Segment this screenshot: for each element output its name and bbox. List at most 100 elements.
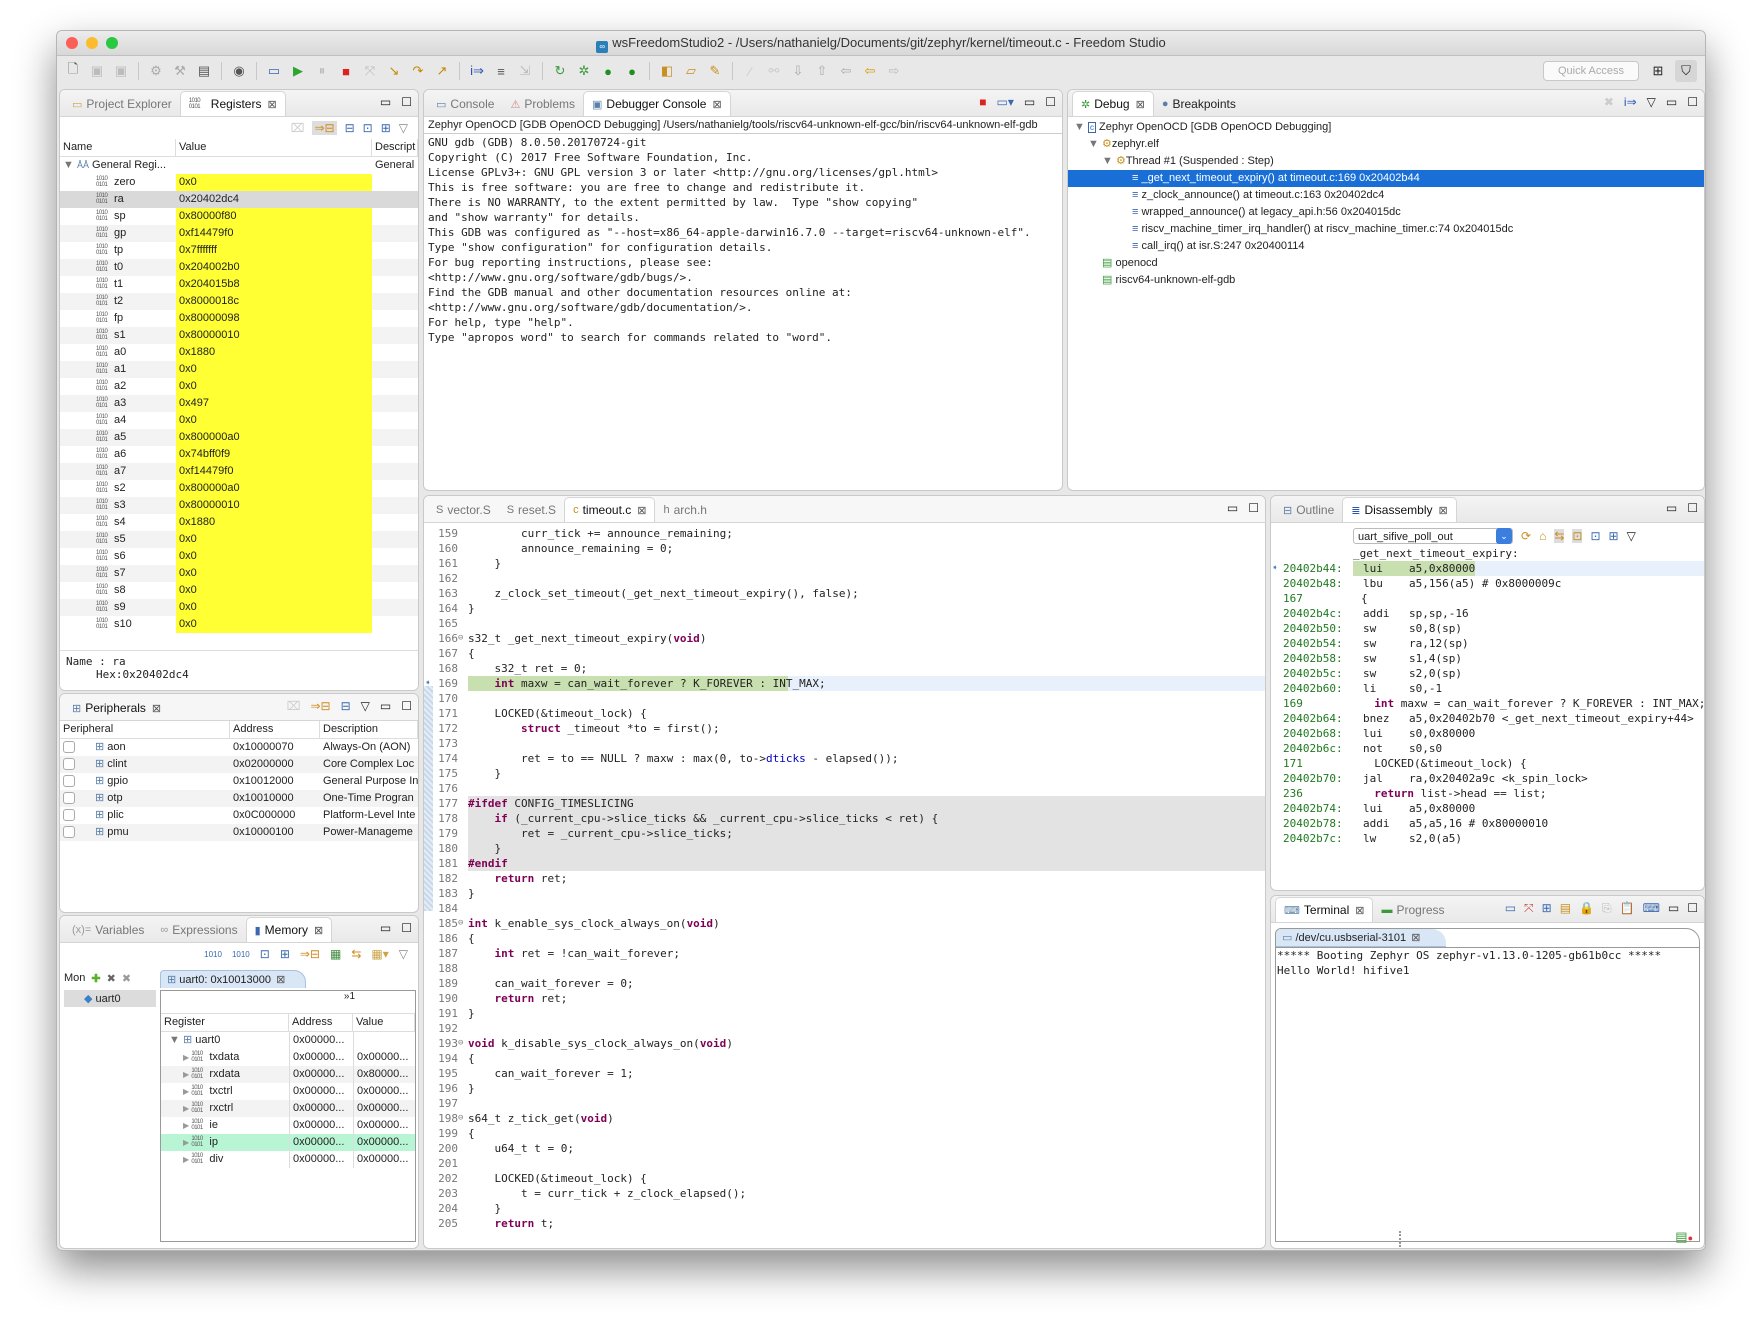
- memory-register-row[interactable]: ▶ 1010 0101 rxdata 0x00000... 0x80000...: [161, 1066, 415, 1083]
- code-line[interactable]: 193 ⊖ void k_disable_sys_clock_always_on(v…: [424, 1036, 1265, 1051]
- monitor-item[interactable]: ◆ uart0: [64, 990, 156, 1007]
- peripheral-checkbox[interactable]: [63, 809, 75, 822]
- code-line[interactable]: 195 can_wait_forever = 1;: [424, 1066, 1265, 1081]
- expand-arrow-icon[interactable]: ▶: [183, 1155, 191, 1164]
- collapse-all-icon[interactable]: ⊟: [345, 121, 355, 135]
- import-icon[interactable]: 1010: [204, 950, 222, 959]
- minimize-icon[interactable]: ▭: [380, 921, 391, 935]
- back-icon[interactable]: ⇦: [860, 61, 880, 81]
- minimize-icon[interactable]: ▭: [380, 699, 391, 713]
- register-value[interactable]: 0x0: [176, 599, 372, 616]
- register-value[interactable]: 0x0: [176, 548, 372, 565]
- disassembly-row[interactable]: 171 LOCKED(&timeout_lock) {: [1271, 756, 1704, 771]
- collapse-all-icon[interactable]: ⊟: [341, 699, 351, 713]
- code-line[interactable]: 187 int ret = !can_wait_forever;: [424, 946, 1265, 961]
- code-line[interactable]: 177 #ifdef CONFIG_TIMESLICING: [424, 796, 1265, 811]
- expand-arrow-icon[interactable]: ▼: [63, 159, 77, 171]
- disassembly-row[interactable]: 20402b64: bnez a5,0x20402b70 <_get_next_ti…: [1271, 711, 1704, 726]
- close-icon[interactable]: ⊠: [314, 924, 323, 937]
- register-value[interactable]: 0x0: [176, 361, 372, 378]
- pin-icon[interactable]: ⊞: [381, 121, 391, 135]
- minimize-icon[interactable]: ▭: [1666, 501, 1677, 515]
- maximize-icon[interactable]: ☐: [1687, 501, 1698, 515]
- show-source-icon[interactable]: ⊡: [1572, 529, 1583, 543]
- tab-registers[interactable]: 1010 0101 Registers ⊠: [179, 91, 286, 116]
- new-view-icon[interactable]: ⊡: [1590, 529, 1600, 543]
- register-row[interactable]: 1010 0101 s6 0x0: [60, 548, 418, 565]
- register-row[interactable]: 1010 0101 gp 0xf14479f0: [60, 225, 418, 242]
- view-menu-icon[interactable]: ▽: [1647, 95, 1656, 109]
- code-line[interactable]: 161 }: [424, 556, 1265, 571]
- column-name[interactable]: Name: [60, 139, 176, 156]
- expand-arrow-icon[interactable]: ▶: [183, 1104, 191, 1113]
- open-folder-icon[interactable]: ▱: [681, 61, 701, 81]
- copy-icon[interactable]: ⎘: [1602, 901, 1612, 916]
- code-line[interactable]: 191 }: [424, 1006, 1265, 1021]
- register-row[interactable]: 1010 0101 a5 0x800000a0: [60, 429, 418, 446]
- code-line[interactable]: 180 }: [424, 841, 1265, 856]
- close-window-button[interactable]: [66, 37, 78, 49]
- column-value[interactable]: Value: [176, 139, 372, 156]
- code-line[interactable]: 185 ⊖ int k_enable_sys_clock_always_on(voi…: [424, 916, 1265, 931]
- step-return-icon[interactable]: ↗: [432, 61, 452, 81]
- disassembly-row[interactable]: 167 {: [1271, 591, 1704, 606]
- peripheral-checkbox[interactable]: [63, 758, 75, 771]
- disassembly-row[interactable]: 20402b44: ➧ lui a5,0x80000: [1271, 561, 1704, 576]
- maximize-icon[interactable]: ☐: [1687, 901, 1698, 916]
- status-splitter[interactable]: [1399, 1231, 1405, 1247]
- register-row[interactable]: 1010 0101 t1 0x204015b8: [60, 276, 418, 293]
- column-value[interactable]: Value: [353, 1014, 415, 1031]
- column-address[interactable]: Address: [230, 721, 320, 738]
- memory-register-row[interactable]: ▶ 1010 0101 txctrl 0x00000... 0x00000...: [161, 1083, 415, 1100]
- minimize-icon[interactable]: ▭: [380, 95, 391, 109]
- layout-icon[interactable]: ⇒⊟: [310, 699, 330, 713]
- peripheral-row[interactable]: ⊞ gpio 0x10012000 General Purpose In: [60, 773, 418, 790]
- code-line[interactable]: 194 {: [424, 1051, 1265, 1066]
- memory-register-row[interactable]: ▶ 1010 0101 ip 0x00000... 0x00000...: [161, 1134, 415, 1151]
- save-all-icon[interactable]: ▣: [111, 61, 131, 81]
- code-line[interactable]: 162: [424, 571, 1265, 586]
- tab-project-explorer[interactable]: ▭ Project Explorer: [64, 92, 180, 116]
- hammer-icon[interactable]: ⚒: [170, 61, 190, 81]
- code-line[interactable]: ➧ 169 int maxw = can_wait_forever ? K_FOR…: [424, 676, 1265, 691]
- code-line[interactable]: 159 curr_tick += announce_remaining;: [424, 526, 1265, 541]
- register-row[interactable]: 1010 0101 a3 0x497: [60, 395, 418, 412]
- suspend-icon[interactable]: ⏸: [312, 61, 332, 81]
- terminal-session-tab[interactable]: ▭ /dev/cu.usbserial-3101 ⊠: [1276, 929, 1447, 947]
- register-row[interactable]: 1010 0101 sp 0x80000f80: [60, 208, 418, 225]
- register-value[interactable]: 0x74bff0f9: [176, 446, 372, 463]
- register-value[interactable]: 0x80000098: [176, 310, 372, 327]
- disassembly-row[interactable]: 236 return list->head == list;: [1271, 786, 1704, 801]
- disassembly-row[interactable]: 20402b7c: lw s2,0(a5): [1271, 831, 1704, 846]
- code-line[interactable]: 163 z_clock_set_timeout(_get_next_timeou…: [424, 586, 1265, 601]
- stack-frame[interactable]: ≡ riscv_machine_timer_irq_handler() at r…: [1068, 221, 1704, 238]
- close-icon[interactable]: ⊠: [1136, 98, 1145, 111]
- memory-register-row[interactable]: ▶ 1010 0101 div 0x00000... 0x00000...: [161, 1151, 415, 1168]
- terminate-icon[interactable]: ■: [979, 95, 986, 109]
- register-row[interactable]: 1010 0101 s9 0x0: [60, 599, 418, 616]
- terminate-icon[interactable]: ■: [336, 61, 356, 81]
- disassembly-row[interactable]: 20402b58: sw s1,4(sp): [1271, 651, 1704, 666]
- register-value[interactable]: 0x800000a0: [176, 429, 372, 446]
- zoom-window-button[interactable]: [106, 37, 118, 49]
- register-row[interactable]: 1010 0101 s7 0x0: [60, 565, 418, 582]
- open-type-icon[interactable]: ◧: [657, 61, 677, 81]
- peripheral-row[interactable]: ⊞ pmu 0x10000100 Power-Manageme: [60, 824, 418, 841]
- disabled-tool-icon[interactable]: ⌧: [287, 699, 301, 713]
- use-step-filters-icon[interactable]: ⇲: [515, 61, 535, 81]
- tab-outline[interactable]: ⊟ Outline: [1275, 498, 1342, 522]
- code-line[interactable]: 178 if (_current_cpu->slice_ticks && _cu…: [424, 811, 1265, 826]
- stack-frame[interactable]: ≡ wrapped_announce() at legacy_api.h:56 …: [1068, 204, 1704, 221]
- register-row[interactable]: 1010 0101 a6 0x74bff0f9: [60, 446, 418, 463]
- search-icon[interactable]: ⚯: [764, 61, 784, 81]
- close-icon[interactable]: ⊠: [276, 974, 285, 986]
- tab-progress[interactable]: ▬ Progress: [1373, 898, 1452, 922]
- register-row[interactable]: 1010 0101 s8 0x0: [60, 582, 418, 599]
- debug-perspective-icon[interactable]: ⛉: [1675, 60, 1697, 82]
- debug-icon[interactable]: ✲: [574, 61, 594, 81]
- disassembly-row[interactable]: 20402b6c: not s0,s0: [1271, 741, 1704, 756]
- register-row[interactable]: 1010 0101 a1 0x0: [60, 361, 418, 378]
- paste-icon[interactable]: 📋: [1620, 901, 1635, 916]
- code-line[interactable]: 183 }: [424, 886, 1265, 901]
- register-row[interactable]: 1010 0101 ra 0x20402dc4: [60, 191, 418, 208]
